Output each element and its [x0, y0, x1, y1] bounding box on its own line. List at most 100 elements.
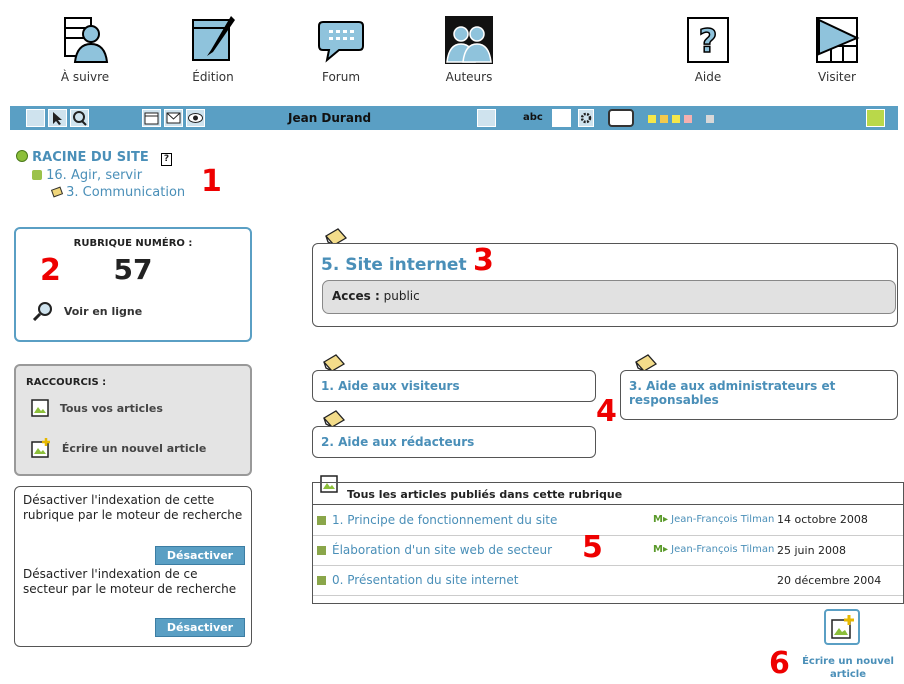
breadcrumb-level2[interactable]: 3. Communication [66, 185, 185, 200]
table-row[interactable]: 1. Principe de fonctionnement du site M▸ … [313, 505, 903, 536]
screen-size-icon[interactable] [608, 109, 634, 127]
shortcut-all-articles[interactable]: Tous vos articles [30, 398, 163, 418]
nav-visiter[interactable]: Visiter [792, 16, 882, 84]
nav-forum[interactable]: Forum [296, 16, 386, 84]
calendar-icon[interactable] [142, 109, 161, 127]
user-settings-icon[interactable] [477, 109, 496, 127]
site-tree-icon[interactable] [26, 109, 45, 127]
color-square[interactable] [660, 115, 668, 123]
article-author-cell: M▸ Jean-François Tilman [653, 505, 777, 536]
breadcrumb: RACINE DU SITE ? 16. Agir, servir 3. Com… [16, 150, 185, 200]
nav-aide[interactable]: ? Aide [663, 16, 753, 84]
logout-door-icon[interactable] [866, 109, 885, 127]
status-dot-icon [317, 576, 326, 585]
new-article-icon [831, 615, 854, 639]
article-date: 25 juin 2008 [777, 543, 847, 557]
subrubrique-card[interactable]: 1. Aide aux visiteurs [312, 370, 596, 402]
article-author[interactable]: Jean-François Tilman [671, 544, 774, 555]
color-square[interactable] [672, 115, 680, 123]
shortcut-label: Tous vos articles [59, 401, 163, 415]
spellcheck-icon[interactable] [552, 109, 571, 127]
nav-label: À suivre [60, 70, 110, 84]
color-square[interactable] [706, 115, 714, 123]
spellcheck-label[interactable]: abc [523, 112, 543, 123]
nav-label: Visiter [818, 70, 856, 84]
help-icon: ? [687, 17, 729, 63]
new-article-button[interactable] [824, 609, 860, 645]
article-author-cell: M▸ Jean-François Tilman [653, 535, 777, 566]
search-people-icon[interactable] [70, 109, 89, 127]
person-icon [64, 17, 109, 63]
view-online-label: Voir en ligne [63, 304, 143, 318]
color-square[interactable] [648, 115, 656, 123]
deactivate-button-1[interactable]: Désactiver [155, 546, 245, 565]
subrubrique-title: 1. Aide aux visiteurs [321, 379, 460, 393]
article-title[interactable]: Élaboration d'un site web de secteur [332, 543, 552, 557]
nav-label: Forum [321, 70, 361, 84]
shortcut-label: Écrire un nouvel article [61, 441, 207, 455]
table-row[interactable]: 0. Présentation du site internet 20 décem… [313, 565, 903, 596]
nav-label: Édition [192, 70, 234, 84]
article-date-cell: 20 décembre 2004 [777, 565, 903, 596]
shortcuts-box: RACCOURCIS : Tous vos articles Écrire un… [14, 364, 252, 476]
nav-label: Auteurs [445, 70, 493, 84]
toolbar: Jean Durand abc [10, 106, 898, 130]
indexing-text-1: Désactiver l'indexation de cette rubriqu… [23, 493, 243, 522]
rubrique-label: RUBRIQUE NUMÉRO : [73, 238, 193, 249]
article-title[interactable]: 1. Principe de fonctionnement du site [332, 513, 557, 527]
author-arrow-icon: M▸ [653, 513, 668, 525]
annotation-3: 3 [473, 243, 494, 278]
article-title-cell: 0. Présentation du site internet [313, 565, 653, 596]
article-author[interactable]: Jean-François Tilman [671, 514, 774, 525]
article-author-cell [653, 565, 777, 596]
current-user[interactable]: Jean Durand [288, 111, 371, 125]
navigation-arrow-icon[interactable] [48, 109, 67, 127]
annotation-4: 4 [596, 394, 617, 429]
subrubrique-card[interactable]: 3. Aide aux administrateurs et responsab… [620, 370, 898, 420]
articles-header: Tous les articles publiés dans cette rub… [313, 483, 903, 505]
annotation-6: 6 [769, 646, 790, 681]
article-title[interactable]: 0. Présentation du site internet [332, 573, 518, 587]
nav-a-suivre[interactable]: À suivre [40, 16, 130, 84]
shortcuts-title: RACCOURCIS : [26, 377, 107, 388]
access-panel: Acces : public [322, 280, 896, 314]
nav-label: Aide [694, 70, 722, 84]
color-square[interactable] [684, 115, 692, 123]
table-row[interactable]: Élaboration d'un site web de secteur M▸ J… [313, 535, 903, 566]
annotation-5: 5 [582, 530, 603, 565]
eye-icon[interactable] [186, 109, 205, 127]
breadcrumb-level1[interactable]: 16. Agir, servir [46, 168, 142, 183]
articles-box: Tous les articles publiés dans cette rub… [312, 482, 904, 604]
view-online-link[interactable]: Voir en ligne [32, 301, 143, 322]
subrubrique-title: 3. Aide aux administrateurs et responsab… [629, 379, 836, 407]
breadcrumb-root[interactable]: RACINE DU SITE [32, 150, 149, 165]
page-title: 5. Site internet [321, 255, 467, 275]
rubrique-main-box: 5. Site internet Acces : public [312, 243, 898, 327]
new-article-icon [31, 438, 50, 458]
annotation-2: 2 [40, 253, 61, 288]
speech-bubble-icon [318, 21, 364, 63]
author-arrow-icon: M▸ [653, 544, 668, 555]
new-article-link[interactable]: Écrire un nouvel article [796, 655, 900, 681]
annotation-1: 1 [201, 164, 222, 199]
nav-edition[interactable]: Édition [168, 16, 258, 84]
gear-icon[interactable] [578, 109, 594, 127]
article-icon [31, 399, 49, 417]
deactivate-button-2[interactable]: Désactiver [155, 618, 245, 637]
pen-icon [192, 16, 235, 61]
status-dot-icon [317, 515, 326, 525]
indexing-box: Désactiver l'indexation de cette rubriqu… [14, 486, 252, 647]
sector-icon [32, 170, 42, 180]
status-dot-icon [317, 546, 326, 555]
shortcut-new-article[interactable]: Écrire un nouvel article [30, 438, 206, 458]
mail-icon[interactable] [164, 109, 183, 127]
article-date: 20 décembre 2004 [777, 573, 882, 587]
root-icon [16, 150, 28, 162]
help-button[interactable]: ? [160, 153, 173, 166]
folder-icon [50, 186, 64, 198]
nav-auteurs[interactable]: Auteurs [424, 16, 514, 84]
subrubrique-card[interactable]: 2. Aide aux rédacteurs [312, 426, 596, 458]
articles-table: 1. Principe de fonctionnement du site M▸ … [313, 505, 903, 596]
access-value: public [383, 289, 420, 303]
indexing-text-2: Désactiver l'indexation de ce secteur pa… [23, 567, 237, 596]
